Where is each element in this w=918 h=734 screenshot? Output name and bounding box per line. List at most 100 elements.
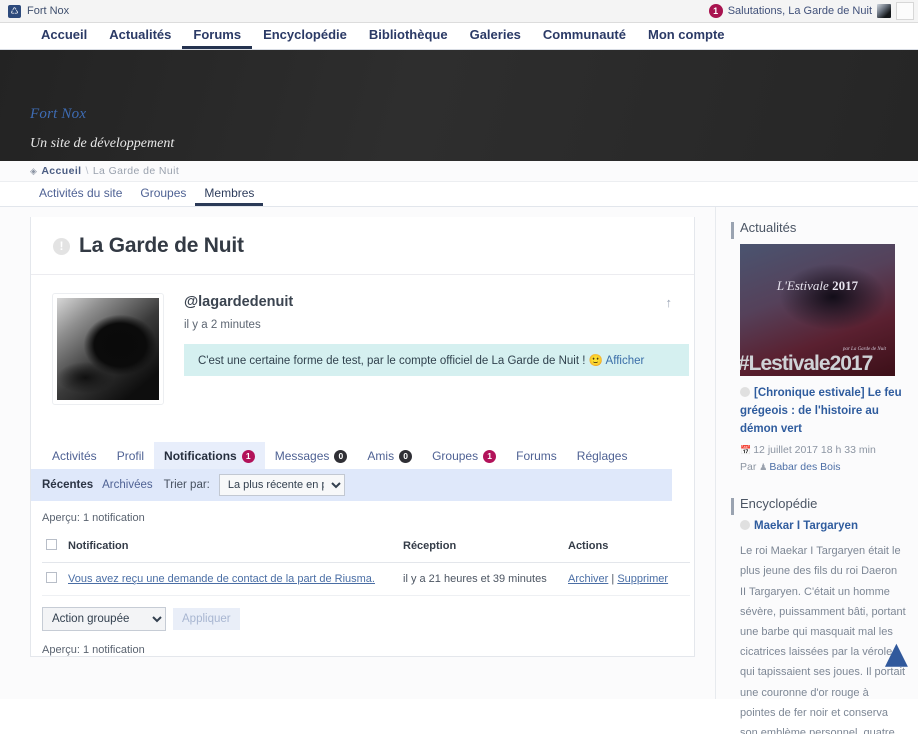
tab-membres[interactable]: Membres	[195, 182, 264, 206]
admin-bar-site-name[interactable]: Fort Nox	[27, 5, 69, 17]
profile-tab-badge: 1	[241, 449, 255, 463]
profile-tab-label: Groupes	[432, 449, 479, 463]
encyclopedia-entry-body: Le roi Maekar I Targaryen était le plus …	[740, 545, 906, 734]
profile-tab-forums[interactable]: Forums	[506, 442, 567, 469]
subnav-archivees[interactable]: Archivées	[102, 479, 153, 491]
profile-tab-reglages[interactable]: Réglages	[567, 442, 638, 469]
page-root: ♺ Fort Nox 1 Salutations, La Garde de Nu…	[0, 0, 918, 734]
profile-tab-profil[interactable]: Profil	[107, 442, 154, 469]
tab-activites-du-site[interactable]: Activités du site	[30, 182, 131, 206]
notifications-count-bottom: Aperçu: 1 notification	[42, 644, 145, 656]
notification-link[interactable]: Vous avez reçu une demande de contact de…	[68, 573, 375, 585]
member-summary: @lagardedenuit il y a 2 minutes C'est un…	[31, 275, 694, 405]
profile-tab-badge: 1	[483, 449, 497, 463]
member-handle[interactable]: @lagardedenuit	[184, 294, 689, 310]
update-view-link[interactable]: Afficher	[606, 355, 645, 367]
profile-tab-badge: 0	[334, 449, 348, 463]
notifications-subnav: Récentes Archivées Trier par: La plus ré…	[31, 469, 672, 501]
profile-tab-messages[interactable]: Messages 0	[265, 442, 358, 469]
column-header-notification: Notification	[64, 533, 399, 563]
bullet-icon	[740, 387, 750, 397]
calendar-icon: 📅	[740, 445, 752, 456]
nav-item-actualites[interactable]: Actualités	[98, 23, 182, 49]
select-all-cell	[42, 533, 64, 563]
nav-item-bibliotheque[interactable]: Bibliothèque	[358, 23, 459, 49]
delete-link[interactable]: Supprimer	[617, 573, 668, 585]
encyclopedia-entry-title[interactable]: Maekar I Targaryen	[740, 520, 906, 532]
admin-bar: ♺ Fort Nox 1 Salutations, La Garde de Nu…	[0, 0, 918, 23]
row-checkbox[interactable]	[46, 572, 57, 583]
news-thumbnail[interactable]: L'Estivale 2017 par La Garde de Nuit #Le…	[740, 244, 895, 376]
member-card-header: ! La Garde de Nuit	[31, 217, 694, 275]
profile-tabs: Activités Profil Notifications 1 Message…	[31, 442, 694, 469]
admin-bar-right: 1 Salutations, La Garde de Nuit	[708, 2, 916, 20]
profile-tab-badge: 0	[399, 449, 413, 463]
chevron-up-icon[interactable]: ▲	[885, 639, 908, 669]
breadcrumb-home[interactable]: Accueil	[41, 165, 81, 177]
location-pin-icon: ◈	[30, 165, 38, 176]
bullet-icon	[740, 520, 750, 531]
site-title[interactable]: Fort Nox	[30, 106, 918, 123]
action-separator: |	[611, 573, 615, 585]
select-all-checkbox[interactable]	[46, 539, 57, 550]
nav-item-galeries[interactable]: Galeries	[459, 23, 532, 49]
member-latest-update: C'est une certaine forme de test, par le…	[184, 344, 689, 376]
admin-bar-extra-box[interactable]	[896, 2, 914, 20]
notifications-table-head: Notification Réception Actions	[42, 533, 690, 563]
admin-bar-notification-count[interactable]: 1	[708, 4, 723, 18]
alert-circle-icon: !	[53, 237, 70, 255]
user-icon: ♟	[759, 462, 768, 473]
notifications-count-top: Aperçu: 1 notification	[42, 512, 145, 524]
sort-select[interactable]: La plus récente en premier	[218, 474, 345, 496]
news-date: 12 juillet 2017 18 h 33 min	[753, 444, 876, 457]
bulk-actions-row: Action groupée Appliquer	[42, 607, 694, 631]
column-header-actions: Actions	[564, 533, 690, 563]
main-navigation: Accueil Actualités Forums Encyclopédie B…	[0, 23, 918, 50]
row-notification-cell: Vous avez reçu une demande de contact de…	[64, 562, 399, 596]
arrow-up-icon[interactable]: ↑	[666, 295, 673, 310]
widget-title-actualites: Actualités	[740, 220, 797, 235]
nav-item-encyclopedie[interactable]: Encyclopédie	[252, 23, 358, 49]
apply-button[interactable]: Appliquer	[173, 608, 240, 630]
profile-tab-groupes[interactable]: Groupes 1	[422, 442, 506, 469]
profile-tab-activites[interactable]: Activités	[42, 442, 107, 469]
profile-tab-label: Messages	[274, 449, 330, 463]
news-post-title[interactable]: [Chronique estivale] Le feu grégeois : d…	[740, 385, 906, 438]
site-hero-banner: Fort Nox Un site de développement	[0, 50, 918, 161]
profile-tab-label: Amis	[367, 449, 395, 463]
member-last-active: il y a 2 minutes	[184, 319, 261, 331]
profile-tab-notifications[interactable]: Notifications 1	[154, 442, 265, 469]
community-tabs: Activités du site Groupes Membres	[0, 182, 918, 207]
nav-item-mon-compte[interactable]: Mon compte	[637, 23, 736, 49]
table-header-row: Notification Réception Actions	[42, 533, 690, 563]
news-author-link[interactable]: Babar des Bois	[769, 461, 840, 473]
column-header-reception: Réception	[399, 533, 564, 563]
member-info: @lagardedenuit il y a 2 minutes C'est un…	[163, 294, 689, 404]
bulk-action-select[interactable]: Action groupée	[42, 607, 166, 631]
news-meta: 📅 12 juillet 2017 18 h 33 min Par ♟ Babar …	[740, 442, 906, 476]
nav-item-accueil[interactable]: Accueil	[30, 23, 98, 49]
profile-tab-label: Profil	[116, 449, 145, 463]
breadcrumb: ◈ Accueil \ La Garde de Nuit	[0, 161, 918, 182]
row-select-cell	[42, 562, 64, 596]
sidebar-divider	[715, 207, 716, 699]
news-caption-year: 2017	[832, 278, 859, 293]
body-wrapper: ! La Garde de Nuit @lagardedenuit il y a…	[0, 207, 918, 734]
avatar[interactable]	[877, 4, 891, 18]
tab-groupes[interactable]: Groupes	[131, 182, 195, 206]
profile-tab-label: Activités	[52, 449, 97, 463]
raven-avatar[interactable]	[52, 293, 164, 405]
breadcrumb-separator: \	[85, 165, 89, 177]
wordpress-icon[interactable]: ♺	[8, 4, 21, 18]
archive-link[interactable]: Archiver	[568, 573, 608, 585]
profile-tab-amis[interactable]: Amis 0	[357, 442, 422, 469]
nav-item-forums[interactable]: Forums	[182, 23, 253, 49]
news-caption-main: L'Estivale	[776, 278, 829, 293]
smiley-icon: 🙂	[588, 355, 603, 367]
sidebar: Actualités L'Estivale 2017 par La Garde …	[715, 207, 918, 734]
subnav-recentes[interactable]: Récentes	[42, 479, 93, 491]
admin-bar-greeting[interactable]: Salutations, La Garde de Nuit	[728, 5, 872, 17]
row-reception-cell: il y a 21 heures et 39 minutes	[399, 562, 564, 596]
breadcrumb-current: La Garde de Nuit	[92, 165, 180, 177]
nav-item-communaute[interactable]: Communauté	[532, 23, 637, 49]
